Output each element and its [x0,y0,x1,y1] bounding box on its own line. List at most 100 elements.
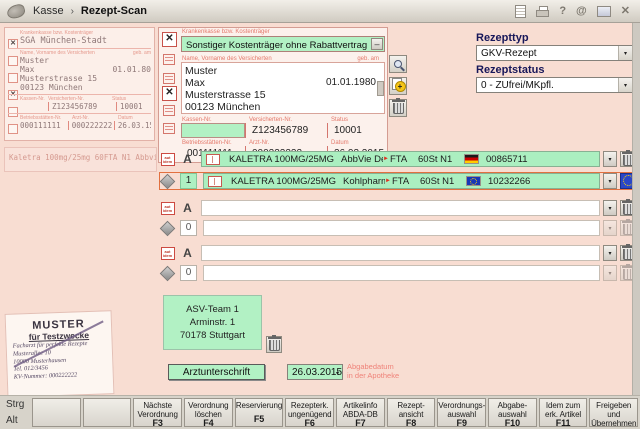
prescribed-medication-row: aut idem A ▾ [160,200,636,216]
abgabedatum-combobox[interactable]: 26.03.2015 ▾ [287,364,343,380]
status-field[interactable]: 10001 [327,123,385,138]
window-icon[interactable] [597,6,611,17]
medication-pzn: 10232266 [488,176,595,187]
fkey-key: F11 [556,419,571,427]
fkey-button-f7[interactable]: Artikelinfo ABDA-DB F7 [336,398,385,427]
medication-field-empty[interactable] [203,220,600,236]
asv-line: ASV-Team 1 [164,303,261,316]
chevron-down-icon[interactable]: ▾ [618,46,632,60]
versicherten-nr-field[interactable]: Z123456789 [245,123,327,138]
fkey-label: Rezept- [397,401,424,410]
aut-idem-icon[interactable]: aut idem [161,247,175,260]
medication-field-empty[interactable] [201,245,600,261]
scan-arzt-nr: 000222222 [68,121,114,130]
scan-medication-line: Kaletra 100mg/25mg 60FTA N1 Abbvie [4,147,157,172]
add-customer-button[interactable] [389,77,407,95]
row-combo-button[interactable]: ▾ [603,220,617,236]
germany-flag-icon [464,154,479,164]
fkey-key: F8 [406,419,416,427]
truncation-icon: ► [385,178,392,184]
row-combo-button[interactable]: ▾ [603,265,617,281]
form-gebuehr-stamp-icon[interactable] [163,54,175,65]
close-icon[interactable]: ✕ [621,6,630,17]
medication-pack: 60St N1 [420,176,466,187]
medication-field[interactable]: KALETRA 100MG/25MG Kohlpharm ► FTA 60St … [203,173,600,189]
form-checkbox-checked-icon[interactable]: ✕ [162,86,177,101]
fkey-button-f5[interactable]: Reservierung F5 [235,398,284,427]
scan-last-name: Muster [20,56,151,65]
collapse-button[interactable]: – [371,38,383,50]
breadcrumb-kasse[interactable]: Kasse [33,5,64,17]
fkey-button-empty-2[interactable] [83,398,132,427]
fkey-button-empty-1[interactable] [32,398,81,427]
delete-patient-button[interactable] [389,99,407,117]
rezeptstatus-select[interactable]: 0 - ZUfrei/MKpfl. ▾ [476,77,633,93]
fkey-label: Idem zum [546,401,580,410]
fkey-button-f9[interactable]: Verordnungs- auswahl F9 [437,398,486,427]
rezepttyp-select[interactable]: GKV-Rezept ▾ [476,45,633,61]
scrollbar-thumb[interactable] [377,81,384,96]
form-unfall-stamp-icon[interactable] [163,105,175,116]
help-icon[interactable]: ? [559,6,566,17]
asv-delete-button[interactable] [266,336,282,353]
medication-field-empty[interactable] [201,200,600,216]
fkey-key: F7 [355,419,365,427]
fkey-button-f12[interactable]: Freigeben und Übernehmen F12 [589,398,638,427]
medication-vendor: Kohlpharm [343,176,385,187]
fkey-button-f4[interactable]: Verordnung löschen F4 [184,398,233,427]
fkey-button-f8[interactable]: Rezept- ansicht F8 [387,398,436,427]
patient-street: Musterstrasse 15 [185,89,384,101]
fkey-button-f6[interactable]: Rezepterk. ungenügend F6 [285,398,334,427]
rezeptstatus-value: 0 - ZUfrei/MKpfl. [481,80,554,91]
form-arbeitsunfall-stamp-icon[interactable] [163,123,175,134]
fkey-button-f3[interactable]: Nächste Verordnung F3 [133,398,182,427]
kostentraeger-field[interactable]: Sonstiger Kostenträger ohne Rabattvertra… [181,36,385,52]
row-quantity[interactable]: 1 [180,173,197,189]
row-marker[interactable]: A [179,201,196,215]
chevron-down-icon[interactable]: ▾ [618,78,632,92]
row-combo-button[interactable]: ▾ [603,200,617,216]
medication-vendor: AbbVie De [341,154,383,165]
row-combo-button[interactable]: ▾ [603,151,617,167]
asv-line: Arminstr. 1 [164,316,261,329]
pill-pack-icon [206,154,220,165]
doctor-stamp: MUSTER für Testzwecke Facharzt für perfe… [5,310,115,398]
kassen-nr-field[interactable] [181,123,245,138]
print-icon[interactable] [536,6,549,17]
row-marker[interactable]: A [179,246,196,260]
row-quantity[interactable]: 0 [180,220,197,236]
fkey-button-f11[interactable]: Idem zum erk. Artikel F11 [539,398,588,427]
rezepttyp-label: Rezepttyp [476,32,529,44]
breadcrumb: Kasse › Rezept-Scan [33,5,147,17]
right-edge-strip [632,23,640,395]
patient-name-field[interactable]: Muster Max Musterstrasse 15 00123 Münche… [181,62,385,114]
trash-icon [269,340,280,351]
form-noctu-stamp-icon[interactable] [163,73,175,84]
fkey-button-f10[interactable]: Abgabe- auswahl F10 [488,398,537,427]
email-icon[interactable]: @ [576,6,587,17]
zoom-prescription-button[interactable] [389,55,407,73]
truncation-icon: ► [383,156,390,162]
medication-field-empty[interactable] [203,265,600,281]
breadcrumb-separator: › [71,6,74,17]
aut-idem-icon[interactable]: aut idem [161,153,175,166]
row-quantity[interactable]: 0 [180,265,197,281]
medication-field[interactable]: KALETRA 100MG/25MG AbbVie De ► FTA 60St … [201,151,600,167]
row-combo-button[interactable]: ▾ [603,173,617,189]
trash-icon [393,103,404,114]
scan-insurer: SGA München-Stadt [20,36,151,46]
chevron-down-icon[interactable]: ▾ [336,370,339,377]
medication-pzn: 00865711 [486,154,595,165]
new-document-icon[interactable] [515,5,526,18]
function-key-bar: Strg Alt Nächste Verordnung F3 Verordnun… [0,395,640,429]
abgabedatum-label-line: in der Apotheke [347,371,399,380]
aut-idem-icon[interactable]: aut idem [161,202,175,215]
form-checkbox-checked-icon[interactable]: ✕ [162,32,177,47]
fkey-label: Rezepterk. [291,401,329,410]
fkey-key: F3 [153,419,163,427]
row-marker[interactable]: A [179,152,196,166]
diamond-icon [160,173,176,189]
arztunterschrift-button[interactable]: Arztunterschrift [168,364,265,380]
row-combo-button[interactable]: ▾ [603,245,617,261]
prescription-scan-preview: ✕ ✕ Krankenkasse bzw. Kostenträger SGA M… [4,27,155,141]
